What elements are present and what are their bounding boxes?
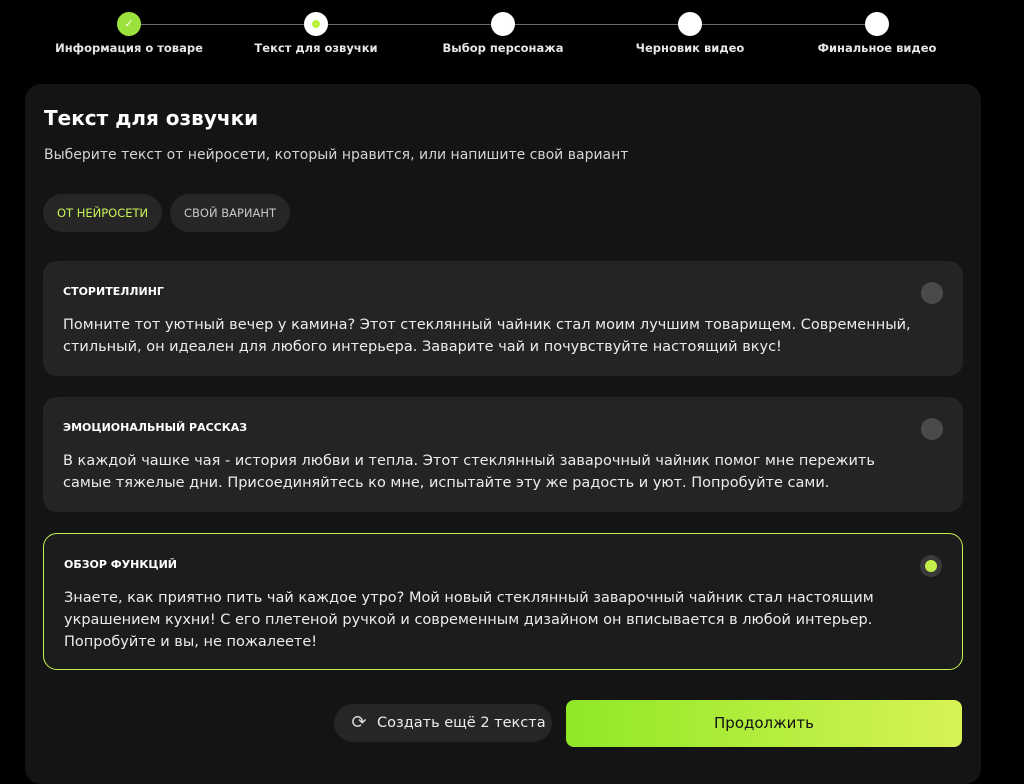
check-icon: ✓	[124, 17, 134, 30]
step-draft-video[interactable]: Черновик видео	[595, 12, 785, 55]
radio-button[interactable]	[921, 282, 943, 304]
step-pending-icon	[491, 12, 515, 36]
step-label: Текст для озвучки	[254, 41, 378, 55]
option-feature-review[interactable]: ОБЗОР ФУНКЦИЙ Знаете, как приятно пить ч…	[43, 533, 963, 670]
option-emotional-story[interactable]: ЭМОЦИОНАЛЬНЫЙ РАССКАЗ В каждой чашке чая…	[43, 397, 963, 512]
step-label: Финальное видео	[817, 41, 937, 55]
option-text: В каждой чашке чая - история любви и теп…	[63, 453, 875, 491]
continue-button[interactable]: Продолжить	[566, 700, 962, 747]
option-text: Знаете, как приятно пить чай каждое утро…	[64, 590, 874, 650]
regenerate-button[interactable]: ⟳ Создать ещё 2 текста	[334, 704, 552, 742]
step-active-icon	[304, 12, 328, 36]
page-subtitle: Выберите текст от нейросети, который нра…	[44, 147, 629, 163]
option-storytelling[interactable]: СТОРИТЕЛЛИНГ Помните тот уютный вечер у …	[43, 261, 963, 376]
step-voiceover-text[interactable]: Текст для озвучки	[221, 12, 411, 55]
step-final-video[interactable]: Финальное видео	[782, 12, 972, 55]
step-label: Выбор персонажа	[442, 41, 564, 55]
step-label: Информация о товаре	[55, 41, 203, 55]
step-label: Черновик видео	[635, 41, 745, 55]
step-done-icon: ✓	[117, 12, 141, 36]
step-pending-icon	[678, 12, 702, 36]
radio-button[interactable]	[921, 418, 943, 440]
option-title: ОБЗОР ФУНКЦИЙ	[64, 558, 177, 571]
option-title: СТОРИТЕЛЛИНГ	[63, 285, 164, 298]
radio-button-selected[interactable]	[920, 555, 942, 577]
refresh-icon: ⟳	[351, 712, 367, 733]
step-product-info[interactable]: ✓ Информация о товаре	[34, 12, 224, 55]
tab-ai-text[interactable]: ОТ НЕЙРОСЕТИ	[43, 194, 163, 232]
step-character[interactable]: Выбор персонажа	[408, 12, 598, 55]
tab-own-text[interactable]: СВОЙ ВАРИАНТ	[170, 194, 291, 232]
regenerate-label: Создать ещё 2 текста	[377, 715, 546, 731]
voiceover-panel: Текст для озвучки Выберите текст от нейр…	[25, 84, 981, 784]
option-text: Помните тот уютный вечер у камина? Этот …	[63, 317, 911, 355]
step-pending-icon	[865, 12, 889, 36]
option-title: ЭМОЦИОНАЛЬНЫЙ РАССКАЗ	[63, 421, 248, 434]
page-title: Текст для озвучки	[44, 106, 259, 130]
progress-stepper: ✓ Информация о товаре Текст для озвучки …	[0, 0, 1024, 70]
